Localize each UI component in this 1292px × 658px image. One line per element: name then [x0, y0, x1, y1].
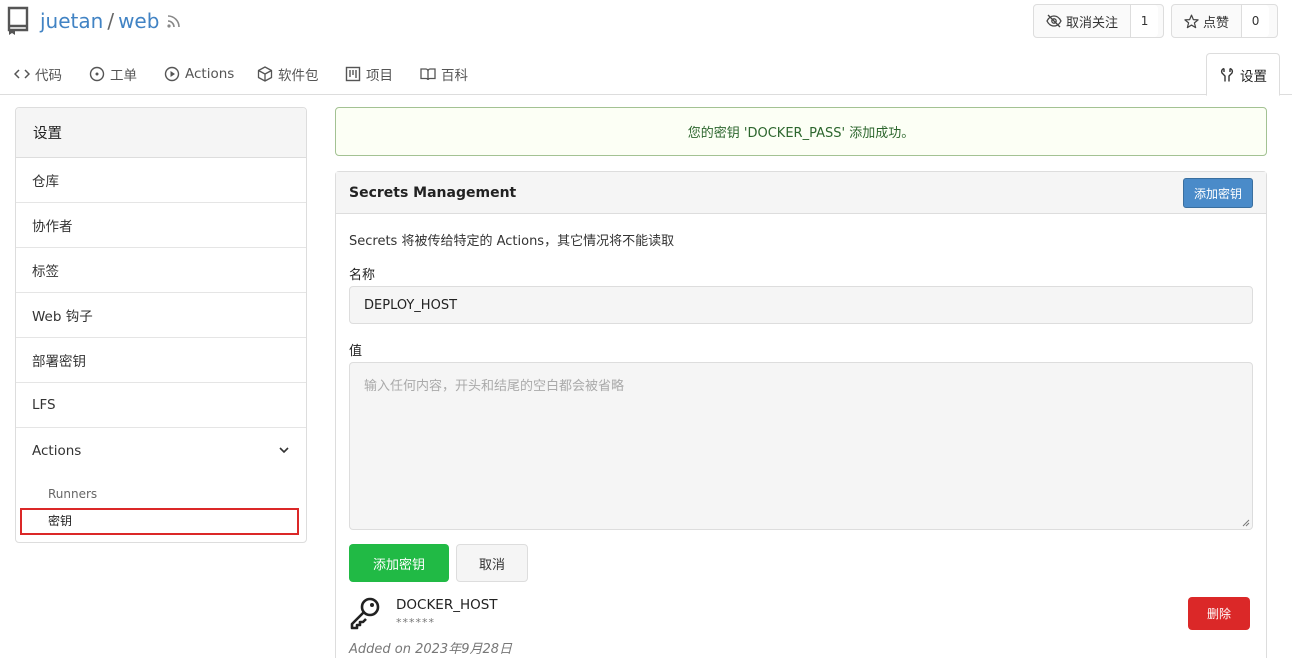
sidebar-item-collaborators[interactable]: 协作者 [16, 203, 306, 248]
package-icon [257, 65, 273, 82]
secret-list-added-date: Added on 2023年9月28日 [349, 642, 513, 657]
secret-value-placeholder: 输入任何内容，开头和结尾的空白都会被省略 [364, 379, 625, 394]
tab-wiki[interactable]: 百科 [420, 52, 468, 95]
repo-separator: / [107, 9, 115, 33]
sidebar-item-lfs[interactable]: LFS [16, 383, 306, 428]
sidebar-item-label: 仓库 [32, 174, 59, 190]
eye-slash-icon [1046, 14, 1062, 28]
play-icon [164, 66, 180, 81]
name-label: 名称 [349, 268, 376, 283]
chevron-down-icon[interactable] [278, 444, 290, 456]
secret-name-input[interactable]: DEPLOY_HOST [349, 286, 1253, 324]
sidebar-item-actions[interactable]: Actions [16, 428, 306, 473]
sidebar-subitem-secrets[interactable]: 密钥 [16, 507, 306, 535]
secrets-panel: Secrets Management 添加密钥 Secrets 将被传给特定的 … [335, 171, 1267, 658]
add-secret-toggle-button[interactable]: 添加密钥 [1182, 178, 1253, 208]
tab-packages[interactable]: 软件包 [257, 52, 319, 95]
key-icon [350, 597, 380, 630]
star-label-wrap[interactable]: 点赞 [1172, 5, 1241, 37]
secret-list-masked-value: ****** [396, 616, 435, 629]
unwatch-label: 取消关注 [1066, 15, 1119, 31]
delete-secret-button[interactable]: 删除 [1188, 597, 1250, 630]
unwatch-label-wrap[interactable]: 取消关注 [1034, 5, 1130, 37]
sidebar-item-label: 部署密钥 [32, 354, 86, 370]
tab-settings-label: 设置 [1240, 68, 1267, 85]
star-icon [1184, 14, 1199, 28]
secrets-panel-header: Secrets Management 添加密钥 [336, 172, 1266, 214]
sidebar-item-label: Actions [32, 442, 82, 459]
tab-issues-label: 工单 [110, 67, 137, 84]
rss-icon[interactable] [166, 13, 182, 29]
tab-code[interactable]: 代码 [14, 52, 62, 95]
tab-wiki-label: 百科 [441, 67, 468, 84]
sidebar-item-webhooks[interactable]: Web 钩子 [16, 293, 306, 338]
tab-issues[interactable]: 工单 [89, 52, 137, 95]
sidebar-title: 设置 [16, 108, 306, 158]
value-label: 值 [349, 344, 363, 359]
sidebar-subitem-runners[interactable]: Runners [16, 481, 306, 507]
tab-packages-label: 软件包 [278, 67, 319, 84]
sidebar-item-label: LFS [32, 397, 56, 413]
sidebar-item-label: Web 钩子 [32, 309, 93, 325]
repo-icon [7, 6, 29, 35]
success-message: 您的密钥 'DOCKER_PASS' 添加成功。 [335, 107, 1267, 156]
cancel-button[interactable]: 取消 [456, 544, 528, 582]
tab-code-label: 代码 [35, 67, 62, 84]
tools-icon [1220, 67, 1234, 81]
repo-tabs: 代码 工单 Actions 软件包 项目 百科 设置 [0, 52, 1292, 96]
resize-handle-icon[interactable] [1242, 519, 1250, 527]
code-icon [14, 68, 30, 79]
star-count[interactable]: 0 [1241, 5, 1270, 37]
repo-header: juetan / web 取消关注 1 点赞 0 [0, 0, 1292, 50]
tab-actions-label: Actions [185, 65, 235, 82]
sidebar-item-label: 标签 [32, 264, 59, 280]
settings-sidebar: 设置 仓库 协作者 标签 Web 钩子 部署密钥 LFS Actions Run… [15, 107, 307, 543]
secrets-description: Secrets 将被传给特定的 Actions，其它情况将不能读取 [349, 234, 675, 249]
project-icon [345, 66, 361, 81]
star-label: 点赞 [1203, 15, 1230, 31]
secret-name-value: DEPLOY_HOST [364, 297, 458, 313]
star-button[interactable]: 点赞 0 [1171, 4, 1278, 38]
sidebar-subitem-label: Runners [48, 487, 98, 501]
secret-list-name: DOCKER_HOST [396, 597, 498, 613]
sidebar-item-labels[interactable]: 标签 [16, 248, 306, 293]
add-secret-submit-button[interactable]: 添加密钥 [349, 544, 449, 582]
watch-count[interactable]: 1 [1130, 5, 1159, 37]
secrets-title: Secrets Management [349, 184, 517, 201]
secret-value-textarea[interactable]: 输入任何内容，开头和结尾的空白都会被省略 [349, 362, 1253, 530]
tab-projects-label: 项目 [366, 67, 393, 84]
sidebar-item-deploy-keys[interactable]: 部署密钥 [16, 338, 306, 383]
repo-name-link[interactable]: web [118, 9, 159, 33]
sidebar-item-repository[interactable]: 仓库 [16, 158, 306, 203]
book-icon [420, 67, 436, 80]
issue-icon [89, 66, 105, 81]
tab-settings[interactable]: 设置 [1206, 53, 1280, 96]
success-message-text: 您的密钥 'DOCKER_PASS' 添加成功。 [687, 126, 915, 141]
sidebar-subitem-label: 密钥 [48, 513, 73, 528]
tab-projects[interactable]: 项目 [345, 52, 393, 95]
unwatch-button[interactable]: 取消关注 1 [1033, 4, 1164, 38]
repo-title: juetan / web [40, 9, 159, 33]
repo-owner-link[interactable]: juetan [40, 9, 103, 33]
tab-actions[interactable]: Actions [164, 52, 234, 95]
sidebar-item-label: 协作者 [32, 219, 73, 235]
